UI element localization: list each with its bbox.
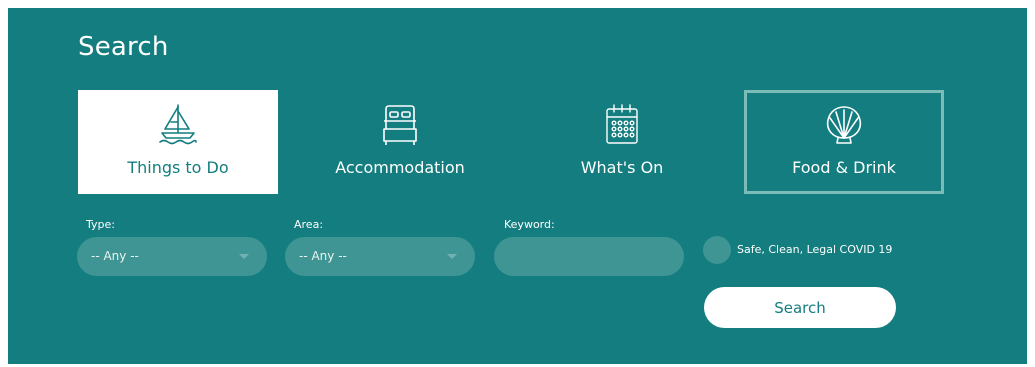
category-food-drink[interactable]: Food & Drink: [744, 90, 944, 194]
keyword-label: Keyword:: [504, 218, 555, 231]
search-button[interactable]: Search: [704, 287, 896, 328]
sailboat-icon: [78, 102, 278, 148]
type-select-value: -- Any --: [91, 249, 139, 263]
category-label: What's On: [580, 158, 664, 177]
category-things-to-do[interactable]: Things to Do: [78, 90, 278, 194]
chevron-down-icon: [447, 254, 457, 259]
category-label: Food & Drink: [792, 158, 896, 177]
bed-icon: [300, 102, 500, 148]
category-label: Accommodation: [335, 158, 465, 177]
area-label: Area:: [294, 218, 324, 231]
category-accommodation[interactable]: Accommodation: [300, 90, 500, 194]
category-whats-on[interactable]: What's On: [522, 90, 722, 194]
shell-icon: [747, 102, 941, 148]
type-label: Type:: [86, 218, 115, 231]
covid-safe-label: Safe, Clean, Legal COVID 19: [737, 243, 893, 256]
keyword-input[interactable]: [494, 237, 684, 276]
covid-safe-checkbox[interactable]: [703, 236, 731, 264]
search-panel: Search Things to Do Accommodation What's…: [8, 8, 1027, 364]
type-select[interactable]: -- Any --: [77, 237, 267, 276]
page-title: Search: [78, 32, 169, 62]
area-select[interactable]: -- Any --: [285, 237, 475, 276]
area-select-value: -- Any --: [299, 249, 347, 263]
chevron-down-icon: [239, 254, 249, 259]
calendar-icon: [522, 102, 722, 148]
category-label: Things to Do: [127, 158, 229, 177]
